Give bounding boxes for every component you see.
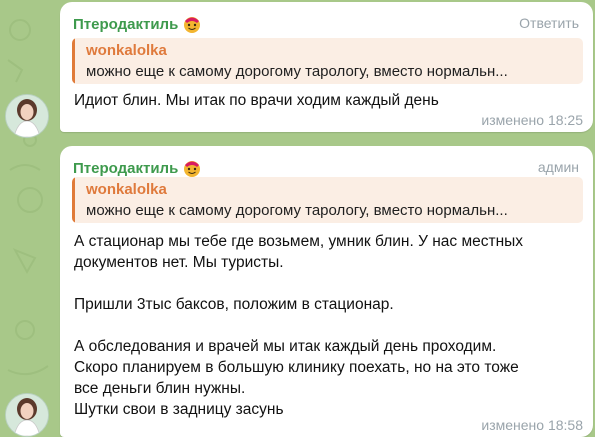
timestamp: 18:58	[547, 417, 583, 433]
user-avatar[interactable]	[5, 393, 49, 437]
sender: Птеродактиль	[73, 13, 202, 35]
edited-label: изменено	[481, 417, 545, 433]
reply-quote[interactable]: wonkalolka можно еще к самому дорогому т…	[72, 38, 583, 84]
message-line: Скоро планируем в большую клинику поехат…	[74, 359, 519, 376]
quote-text: можно еще к самому дорогому тарологу, вм…	[86, 63, 508, 80]
message-line: документов нет. Мы туристы.	[74, 254, 284, 271]
sender: Птеродактиль	[73, 157, 202, 179]
sender-name[interactable]: Птеродактиль	[73, 16, 178, 33]
message-line: А стационар мы тебе где возьмем, умник б…	[74, 233, 524, 250]
message-line: все деньги блин нужны.	[74, 380, 246, 397]
quote-author: wonkalolka	[86, 42, 167, 59]
quote-text: можно еще к самому дорогому тарологу, вм…	[86, 202, 508, 219]
message-bubble[interactable]: Птеродактиль админ wonkalolka можно еще …	[60, 146, 593, 437]
message-meta: изменено 18:25	[481, 112, 583, 128]
user-avatar[interactable]	[5, 94, 49, 138]
quote-author: wonkalolka	[86, 181, 167, 198]
reply-quote[interactable]: wonkalolka можно еще к самому дорогому т…	[72, 177, 583, 223]
message-1: Птеродактиль Ответить wonkalolka можно е…	[0, 2, 595, 138]
sender-name[interactable]: Птеродактиль	[73, 160, 178, 177]
timestamp: 18:25	[547, 112, 583, 128]
edited-label: изменено	[481, 112, 545, 128]
emoji-status-icon	[182, 158, 202, 178]
message-meta: изменено 18:58	[481, 417, 583, 433]
message-line: Идиот блин. Мы итак по врачи ходим кажды…	[74, 92, 439, 109]
message-line: Пришли 3тыс баксов, положим в стационар.	[74, 296, 394, 313]
message-text: Идиот блин. Мы итак по врачи ходим кажды…	[74, 90, 579, 111]
admin-badge: админ	[537, 159, 579, 175]
message-line: А обследования и врачей мы итак каждый д…	[74, 338, 497, 355]
emoji-status-icon	[182, 14, 202, 34]
message-text: А стационар мы тебе где возьмем, умник б…	[74, 231, 579, 420]
message-2: Птеродактиль админ wonkalolka можно еще …	[0, 146, 595, 437]
message-bubble[interactable]: Птеродактиль Ответить wonkalolka можно е…	[60, 2, 593, 132]
reply-button[interactable]: Ответить	[519, 15, 579, 31]
